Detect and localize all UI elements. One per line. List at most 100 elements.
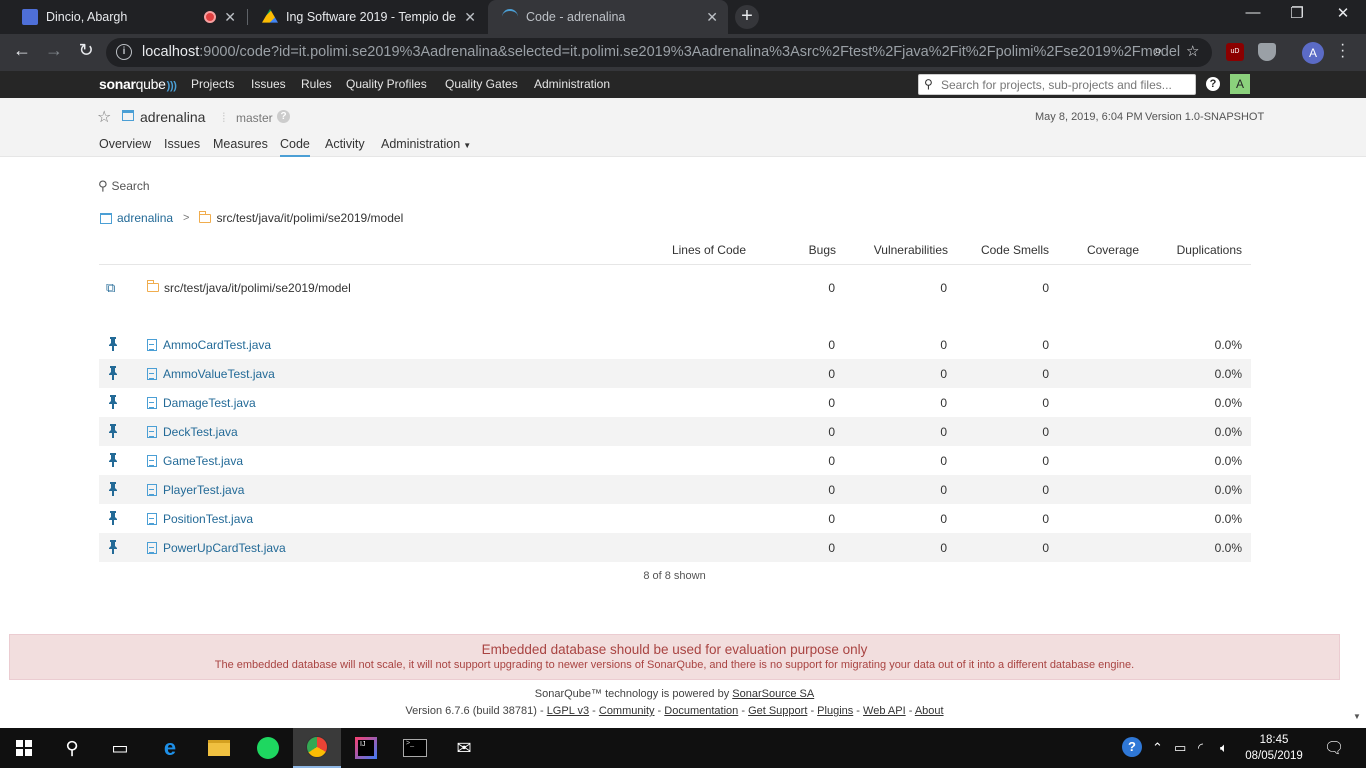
- table-row[interactable]: PlayerTest.java 0 0 0 0.0%: [99, 475, 1251, 504]
- help-icon[interactable]: ?: [1206, 77, 1220, 91]
- file-name[interactable]: AmmoValueTest.java: [147, 367, 275, 381]
- table-row[interactable]: DeckTest.java 0 0 0 0.0%: [99, 417, 1251, 446]
- code-search[interactable]: ⚲ Search: [98, 178, 150, 194]
- close-window-icon[interactable]: ✕: [1320, 4, 1366, 22]
- forward-icon[interactable]: →: [42, 40, 66, 61]
- footer-link-get-support[interactable]: Get Support: [748, 705, 807, 717]
- minimize-icon[interactable]: —: [1230, 4, 1276, 21]
- intellij-icon[interactable]: IJ: [342, 728, 390, 768]
- profile-avatar[interactable]: A: [1302, 42, 1324, 64]
- nav-issues[interactable]: Issues: [251, 77, 286, 91]
- tab-overview[interactable]: Overview: [99, 137, 151, 155]
- show-hidden-icons-icon[interactable]: ⌃: [1152, 740, 1163, 756]
- scroll-down-arrow-icon[interactable]: ▼: [1353, 712, 1361, 721]
- file-name[interactable]: DamageTest.java: [147, 396, 256, 410]
- footer-link-documentation[interactable]: Documentation: [664, 705, 738, 717]
- back-icon[interactable]: ←: [10, 40, 34, 61]
- pin-icon[interactable]: [107, 395, 119, 409]
- volume-icon[interactable]: 🔈︎: [1220, 740, 1228, 756]
- browser-tab-3-active[interactable]: Code - adrenalina ✕: [488, 0, 728, 34]
- branch-help-icon[interactable]: ?: [277, 110, 290, 123]
- cell-bugs: 0: [828, 338, 835, 352]
- mail-icon[interactable]: ✉: [440, 728, 488, 768]
- nav-quality-profiles[interactable]: Quality Profiles: [346, 77, 427, 91]
- address-bar[interactable]: i localhost:9000/code?id=it.polimi.se201…: [106, 38, 1212, 67]
- close-tab-icon[interactable]: ✕: [464, 9, 476, 26]
- table-row[interactable]: AmmoValueTest.java 0 0 0 0.0%: [99, 359, 1251, 388]
- pin-icon[interactable]: [107, 453, 119, 467]
- table-row[interactable]: GameTest.java 0 0 0 0.0%: [99, 446, 1251, 475]
- pin-icon[interactable]: [107, 424, 119, 438]
- new-tab-button[interactable]: +: [735, 5, 759, 29]
- pin-icon[interactable]: [107, 366, 119, 380]
- sonarsource-link[interactable]: SonarSource SA: [732, 688, 814, 700]
- file-name[interactable]: AmmoCardTest.java: [147, 338, 271, 352]
- table-row[interactable]: AmmoCardTest.java 0 0 0 0.0%: [99, 330, 1251, 359]
- wifi-icon[interactable]: ◜: [1198, 740, 1203, 756]
- directory-row[interactable]: ⧉ src/test/java/it/polimi/se2019/model 0…: [99, 273, 1251, 302]
- footer-link-about[interactable]: About: [915, 705, 944, 717]
- nav-rules[interactable]: Rules: [301, 77, 332, 91]
- footer-link-plugins[interactable]: Plugins: [817, 705, 853, 717]
- spotify-icon[interactable]: [244, 728, 292, 768]
- pin-icon[interactable]: [107, 511, 119, 525]
- close-tab-icon[interactable]: ✕: [224, 9, 236, 26]
- pin-icon[interactable]: [107, 482, 119, 496]
- sonarqube-logo[interactable]: sonarqube))): [99, 76, 177, 92]
- system-clock[interactable]: 18:45 08/05/2019: [1244, 732, 1304, 764]
- restore-icon[interactable]: ❐: [1274, 4, 1320, 22]
- tab-activity[interactable]: Activity: [325, 137, 365, 155]
- file-name[interactable]: DeckTest.java: [147, 425, 238, 439]
- ublock-extension-icon[interactable]: uD: [1226, 43, 1244, 61]
- close-tab-icon[interactable]: ✕: [706, 9, 718, 26]
- terminal-icon[interactable]: >_: [391, 728, 439, 768]
- table-row[interactable]: PositionTest.java 0 0 0 0.0%: [99, 504, 1251, 533]
- notifications-icon[interactable]: 🗨︎: [1324, 738, 1344, 758]
- global-search-box[interactable]: ⚲: [918, 74, 1196, 95]
- breadcrumb-root[interactable]: adrenalina: [117, 211, 173, 225]
- tab-administration[interactable]: Administration ▼: [381, 137, 471, 155]
- browser-tab-1[interactable]: Dincio, Abargh ✕: [8, 0, 246, 34]
- file-name[interactable]: PowerUpCardTest.java: [147, 541, 286, 555]
- global-search-input[interactable]: [941, 77, 1191, 92]
- footer-link-community[interactable]: Community: [599, 705, 655, 717]
- breadcrumb: adrenalina > src/test/java/it/polimi/se2…: [100, 210, 403, 225]
- shield-extension-icon[interactable]: [1258, 43, 1276, 61]
- site-info-icon[interactable]: i: [116, 44, 132, 60]
- favorite-star-icon[interactable]: ☆: [97, 107, 111, 127]
- tab-code[interactable]: Code: [280, 137, 310, 157]
- file-name[interactable]: PositionTest.java: [147, 512, 253, 526]
- pin-icon[interactable]: [107, 540, 119, 554]
- url-text[interactable]: localhost:9000/code?id=it.polimi.se2019%…: [142, 44, 1180, 60]
- battery-icon[interactable]: ▭: [1174, 740, 1186, 756]
- open-external-icon[interactable]: ⧉: [106, 280, 115, 296]
- browser-tab-2[interactable]: Ing Software 2019 - Tempio del J ✕: [248, 0, 486, 34]
- table-row[interactable]: PowerUpCardTest.java 0 0 0 0.0%: [99, 533, 1251, 562]
- nav-projects[interactable]: Projects: [191, 77, 234, 91]
- project-name[interactable]: adrenalina: [140, 109, 205, 125]
- bookmark-star-icon[interactable]: ☆: [1186, 42, 1199, 60]
- file-explorer-icon[interactable]: [195, 728, 243, 768]
- browser-menu-icon[interactable]: · · ·: [1340, 37, 1350, 65]
- nav-quality-gates[interactable]: Quality Gates: [445, 77, 518, 91]
- footer-link-lgpl[interactable]: LGPL v3: [547, 705, 589, 717]
- task-view-icon[interactable]: ▭: [96, 728, 144, 768]
- cell-code-smells: 0: [1042, 281, 1049, 295]
- edge-icon[interactable]: e: [146, 728, 194, 768]
- search-icon[interactable]: ⚲: [48, 728, 96, 768]
- pin-icon[interactable]: [107, 337, 119, 351]
- nav-administration[interactable]: Administration: [534, 77, 610, 91]
- directory-name[interactable]: src/test/java/it/polimi/se2019/model: [147, 280, 351, 295]
- file-name[interactable]: PlayerTest.java: [147, 483, 244, 497]
- user-avatar[interactable]: A: [1230, 74, 1250, 94]
- tab-issues[interactable]: Issues: [164, 137, 200, 155]
- footer-link-web-api[interactable]: Web API: [863, 705, 906, 717]
- start-windows-icon[interactable]: [0, 728, 48, 768]
- file-name[interactable]: GameTest.java: [147, 454, 243, 468]
- search-zoom-icon[interactable]: ⌕: [1154, 42, 1162, 59]
- chrome-icon[interactable]: [293, 728, 341, 768]
- help-tray-icon[interactable]: ?: [1122, 737, 1142, 757]
- reload-icon[interactable]: ↻: [74, 40, 98, 61]
- table-row[interactable]: DamageTest.java 0 0 0 0.0%: [99, 388, 1251, 417]
- tab-measures[interactable]: Measures: [213, 137, 268, 155]
